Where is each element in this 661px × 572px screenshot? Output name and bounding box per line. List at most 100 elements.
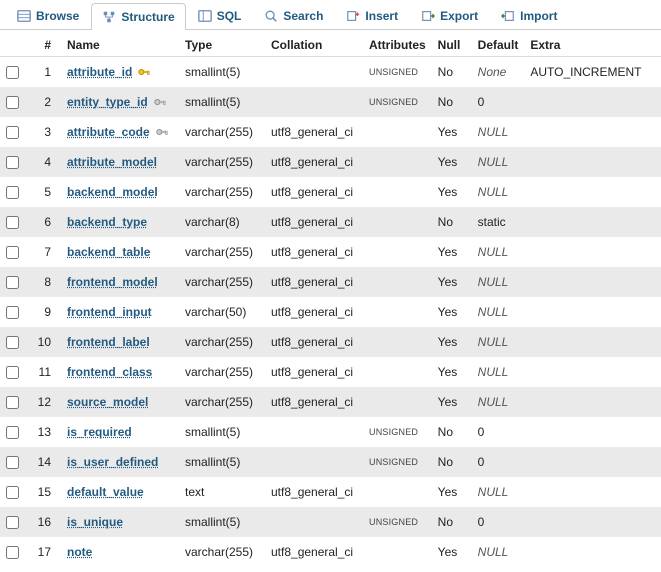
column-name-link[interactable]: is_user_defined bbox=[67, 455, 158, 469]
col-extra[interactable]: Extra bbox=[524, 32, 661, 57]
row-type: varchar(8) bbox=[179, 207, 265, 237]
col-name[interactable]: Name bbox=[61, 32, 179, 57]
col-type[interactable]: Type bbox=[179, 32, 265, 57]
tab-insert[interactable]: Insert bbox=[335, 2, 409, 29]
col-default[interactable]: Default bbox=[472, 32, 525, 57]
row-checkbox[interactable] bbox=[6, 156, 19, 169]
col-number[interactable]: # bbox=[25, 32, 61, 57]
row-attributes: UNSIGNED bbox=[363, 57, 432, 88]
column-name-link[interactable]: is_required bbox=[67, 425, 132, 439]
tab-more[interactable] bbox=[569, 2, 591, 29]
column-name-link[interactable]: frontend_class bbox=[67, 365, 152, 379]
row-default: 0 bbox=[472, 87, 525, 117]
row-attributes bbox=[363, 147, 432, 177]
row-number: 15 bbox=[25, 477, 61, 507]
row-collation: utf8_general_ci bbox=[265, 387, 363, 417]
column-name-link[interactable]: attribute_code bbox=[67, 125, 150, 139]
row-type: varchar(255) bbox=[179, 117, 265, 147]
table-row[interactable]: 11frontend_classvarchar(255)utf8_general… bbox=[0, 357, 661, 387]
row-number: 11 bbox=[25, 357, 61, 387]
row-extra bbox=[524, 207, 661, 237]
col-attributes[interactable]: Attributes bbox=[363, 32, 432, 57]
table-row[interactable]: 17notevarchar(255)utf8_general_ciYesNULL bbox=[0, 537, 661, 567]
row-extra bbox=[524, 387, 661, 417]
table-row[interactable]: 14is_user_definedsmallint(5)UNSIGNEDNo0 bbox=[0, 447, 661, 477]
table-row[interactable]: 3attribute_codevarchar(255)utf8_general_… bbox=[0, 117, 661, 147]
row-null: Yes bbox=[432, 477, 472, 507]
structure-icon bbox=[102, 10, 116, 24]
row-checkbox[interactable] bbox=[6, 456, 19, 469]
row-checkbox[interactable] bbox=[6, 66, 19, 79]
primary-key-icon bbox=[137, 65, 151, 79]
table-row[interactable]: 4attribute_modelvarchar(255)utf8_general… bbox=[0, 147, 661, 177]
row-type: text bbox=[179, 477, 265, 507]
row-extra bbox=[524, 537, 661, 567]
row-checkbox[interactable] bbox=[6, 276, 19, 289]
tab-search[interactable]: Search bbox=[253, 2, 334, 29]
row-default: NULL bbox=[472, 147, 525, 177]
tab-structure[interactable]: Structure bbox=[91, 3, 185, 30]
tab-browse[interactable]: Browse bbox=[6, 2, 90, 29]
row-default: static bbox=[472, 207, 525, 237]
table-row[interactable]: 7backend_tablevarchar(255)utf8_general_c… bbox=[0, 237, 661, 267]
column-name-link[interactable]: attribute_id bbox=[67, 65, 132, 79]
row-checkbox[interactable] bbox=[6, 366, 19, 379]
row-checkbox[interactable] bbox=[6, 516, 19, 529]
row-type: varchar(255) bbox=[179, 357, 265, 387]
tab-import[interactable]: Import bbox=[490, 2, 568, 29]
table-row[interactable]: 6backend_typevarchar(8)utf8_general_ciNo… bbox=[0, 207, 661, 237]
table-row[interactable]: 2entity_type_idsmallint(5)UNSIGNEDNo0 bbox=[0, 87, 661, 117]
row-attributes bbox=[363, 387, 432, 417]
table-row[interactable]: 12source_modelvarchar(255)utf8_general_c… bbox=[0, 387, 661, 417]
table-row[interactable]: 13is_requiredsmallint(5)UNSIGNEDNo0 bbox=[0, 417, 661, 447]
table-row[interactable]: 8frontend_modelvarchar(255)utf8_general_… bbox=[0, 267, 661, 297]
row-checkbox[interactable] bbox=[6, 186, 19, 199]
column-name-link[interactable]: note bbox=[67, 545, 92, 559]
column-name-link[interactable]: attribute_model bbox=[67, 155, 157, 169]
column-name-link[interactable]: frontend_input bbox=[67, 305, 152, 319]
row-type: varchar(255) bbox=[179, 147, 265, 177]
col-null[interactable]: Null bbox=[432, 32, 472, 57]
column-name-link[interactable]: backend_type bbox=[67, 215, 147, 229]
column-name-link[interactable]: entity_type_id bbox=[67, 95, 148, 109]
row-checkbox[interactable] bbox=[6, 306, 19, 319]
row-collation bbox=[265, 447, 363, 477]
row-extra bbox=[524, 357, 661, 387]
row-number: 14 bbox=[25, 447, 61, 477]
table-row[interactable]: 10frontend_labelvarchar(255)utf8_general… bbox=[0, 327, 661, 357]
row-null: Yes bbox=[432, 177, 472, 207]
row-checkbox[interactable] bbox=[6, 546, 19, 559]
row-null: Yes bbox=[432, 387, 472, 417]
row-checkbox[interactable] bbox=[6, 486, 19, 499]
row-checkbox[interactable] bbox=[6, 336, 19, 349]
column-name-link[interactable]: frontend_label bbox=[67, 335, 150, 349]
row-null: No bbox=[432, 447, 472, 477]
column-name-link[interactable]: is_unique bbox=[67, 515, 123, 529]
row-null: No bbox=[432, 57, 472, 88]
tab-label: Structure bbox=[121, 10, 174, 24]
table-row[interactable]: 5backend_modelvarchar(255)utf8_general_c… bbox=[0, 177, 661, 207]
tab-export[interactable]: Export bbox=[410, 2, 489, 29]
row-null: Yes bbox=[432, 147, 472, 177]
tab-label: Import bbox=[520, 9, 557, 23]
row-checkbox[interactable] bbox=[6, 216, 19, 229]
table-row[interactable]: 1attribute_idsmallint(5)UNSIGNEDNoNoneAU… bbox=[0, 57, 661, 88]
table-row[interactable]: 15default_valuetextutf8_general_ciYesNUL… bbox=[0, 477, 661, 507]
row-extra bbox=[524, 87, 661, 117]
column-name-link[interactable]: source_model bbox=[67, 395, 148, 409]
tab-sql[interactable]: SQL bbox=[187, 2, 253, 29]
col-collation[interactable]: Collation bbox=[265, 32, 363, 57]
row-checkbox[interactable] bbox=[6, 96, 19, 109]
column-name-link[interactable]: frontend_model bbox=[67, 275, 158, 289]
table-row[interactable]: 16is_uniquesmallint(5)UNSIGNEDNo0 bbox=[0, 507, 661, 537]
row-extra bbox=[524, 297, 661, 327]
column-name-link[interactable]: default_value bbox=[67, 485, 144, 499]
row-checkbox[interactable] bbox=[6, 126, 19, 139]
row-checkbox[interactable] bbox=[6, 396, 19, 409]
column-name-link[interactable]: backend_model bbox=[67, 185, 158, 199]
row-checkbox[interactable] bbox=[6, 426, 19, 439]
row-checkbox[interactable] bbox=[6, 246, 19, 259]
table-row[interactable]: 9frontend_inputvarchar(50)utf8_general_c… bbox=[0, 297, 661, 327]
row-number: 10 bbox=[25, 327, 61, 357]
column-name-link[interactable]: backend_table bbox=[67, 245, 150, 259]
